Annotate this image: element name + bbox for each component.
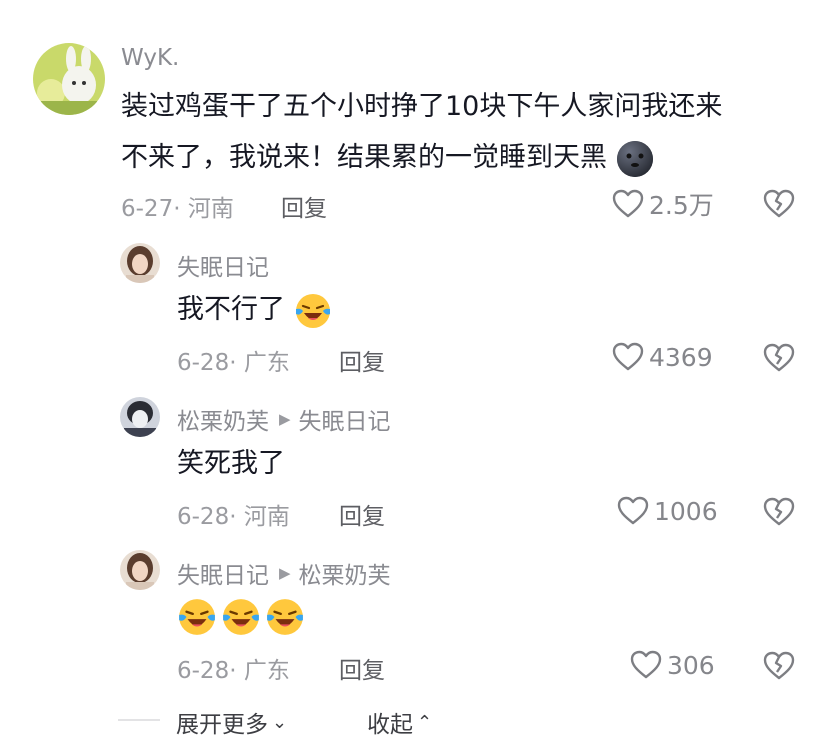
like-button[interactable]: 2.5万 [611,186,714,222]
comment-date-location: 6-28· 广东 [177,658,290,684]
broken-heart-icon [763,343,795,372]
comment-author[interactable]: 失眠日记 [177,248,269,282]
comment-text: 我不行了 [177,281,332,339]
heart-outline-icon [630,650,662,679]
expand-more-button[interactable]: 展开更多 ⌄ [176,705,287,739]
comment-text: 笑死我了 [177,435,285,493]
reply-button[interactable]: 回复 [339,651,385,685]
heart-outline-icon [612,189,644,218]
author-name: WyK. [121,45,180,71]
comment-author[interactable]: 松栗奶芙 ▶ 失眠日记 [177,402,391,436]
reply-button[interactable]: 回复 [281,189,327,223]
heart-outline-icon [612,342,644,371]
broken-heart-icon [763,651,795,680]
triangle-right-icon: ▶ [279,410,291,428]
crying-laughing-icon [179,599,215,635]
comment-line: 装过鸡蛋干了五个小时挣了10块下午人家问我还来 [121,91,723,122]
avatar[interactable] [120,243,160,283]
comment-author[interactable]: 失眠日记 ▶ 松栗奶芙 [177,556,391,590]
dislike-button[interactable] [762,649,796,687]
reply-to-name[interactable]: 失眠日记 [299,402,391,436]
avatar[interactable] [120,397,160,437]
reply-button[interactable]: 回复 [339,497,385,531]
chevron-down-icon: ⌄ [272,711,288,733]
crying-laughing-icon [295,293,330,328]
collapse-button[interactable]: 收起 ⌃ [367,705,432,739]
comment-date-location: 6-28· 广东 [177,350,290,376]
emoji-row [177,597,305,637]
comment-date-location: 6-28· 河南 [177,504,290,530]
avatar[interactable] [33,43,105,115]
like-count: 4369 [649,342,713,372]
triangle-right-icon: ▶ [279,564,291,582]
chevron-up-icon: ⌃ [417,711,433,733]
broken-heart-icon [763,189,795,218]
avatar[interactable] [120,550,160,590]
dislike-button[interactable] [762,187,796,225]
like-button[interactable]: 1006 [616,494,718,528]
comment-line: 我不行了 [177,294,285,325]
comment-date-location: 6-27· 河南 [121,196,234,222]
comment-text: 不来了，我说来！结果累的一觉睡到天黑 [121,129,654,187]
dislike-button[interactable] [762,341,796,379]
crying-laughing-icon [267,599,303,635]
comment-line: 笑死我了 [177,448,285,479]
expand-more-label: 展开更多 [176,712,268,738]
heart-outline-icon [617,496,649,525]
dislike-button[interactable] [762,495,796,533]
author-name: 失眠日记 [177,563,269,589]
author-name: 松栗奶芙 [177,409,269,435]
like-count: 2.5万 [649,191,714,220]
dark-moon-face-icon [616,140,653,177]
reply-to-name[interactable]: 松栗奶芙 [299,556,391,590]
author-name: 失眠日记 [177,255,269,281]
collapse-label: 收起 [367,712,413,738]
like-count: 1006 [654,496,718,526]
crying-laughing-icon [223,599,259,635]
reply-button[interactable]: 回复 [339,343,385,377]
broken-heart-icon [763,497,795,526]
divider [118,719,160,721]
comment-line: 不来了，我说来！结果累的一觉睡到天黑 [121,142,607,173]
like-count: 306 [667,650,715,680]
comment-text: 装过鸡蛋干了五个小时挣了10块下午人家问我还来 [121,78,722,136]
like-button[interactable]: 306 [629,648,715,682]
comment-author[interactable]: WyK. [121,45,179,71]
like-button[interactable]: 4369 [611,340,713,374]
